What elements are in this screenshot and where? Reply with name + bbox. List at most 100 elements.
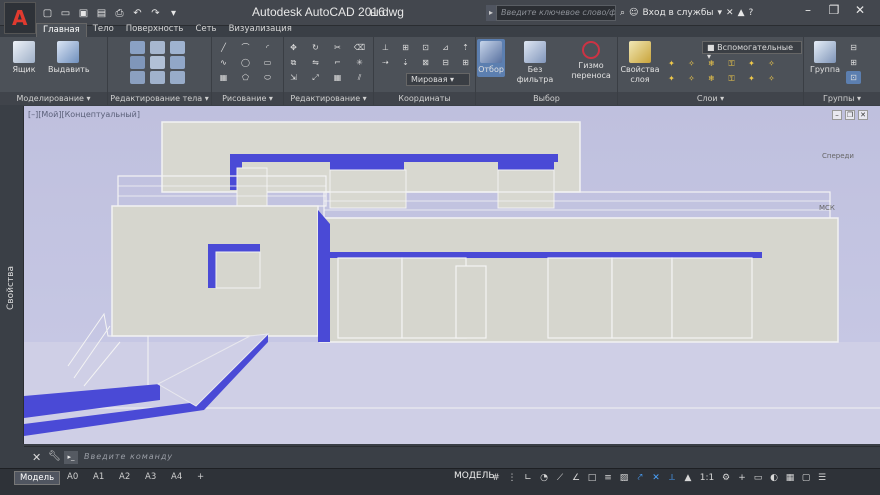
open-folder-icon[interactable]: ▭	[58, 6, 73, 20]
ucs-icon[interactable]: ⊥	[378, 41, 393, 54]
ucs-3point-icon[interactable]: ⊿	[438, 41, 453, 54]
layer-off-icon[interactable]: ✦	[664, 57, 679, 70]
layer-on-icon[interactable]: ✦	[664, 72, 679, 85]
ucs-y-icon[interactable]: ⇣	[398, 56, 413, 69]
model-space-button[interactable]: МОДЕЛЬ	[454, 471, 495, 481]
shell-icon[interactable]	[150, 71, 165, 84]
search-expand-icon[interactable]: ▸	[486, 5, 496, 21]
layer-properties-button[interactable]: Свойства слоя	[620, 41, 660, 85]
customize-qat-icon[interactable]: ▾	[166, 6, 181, 20]
wrench-icon[interactable]: 🔧︎	[48, 451, 61, 462]
layer-copy-icon[interactable]: ✦	[744, 72, 759, 85]
transparency-icon[interactable]: ▨	[618, 472, 630, 484]
layer-current-icon[interactable]: ✧	[764, 57, 779, 70]
layer-thaw-icon[interactable]: ❄	[704, 72, 719, 85]
layout-tab-a0[interactable]: A0	[62, 471, 83, 485]
subtract-icon[interactable]	[130, 56, 145, 69]
tab-mesh[interactable]: Сеть	[189, 23, 222, 37]
snap-icon[interactable]: ⋮	[506, 472, 518, 484]
save-icon[interactable]: ▣	[76, 6, 91, 20]
panel-modify-title[interactable]: Редактирование ▾	[284, 92, 373, 105]
arc-icon[interactable]: ◜	[260, 41, 275, 54]
panel-draw-title[interactable]: Рисование ▾	[212, 92, 283, 105]
selection-cycling-icon[interactable]: ⤤	[634, 472, 646, 484]
interfere-icon[interactable]	[150, 56, 165, 69]
tab-surface[interactable]: Поверхность	[120, 23, 190, 37]
tab-solid[interactable]: Тело	[87, 23, 120, 37]
layout-tab-a4[interactable]: A4	[166, 471, 187, 485]
layout-tab-model[interactable]: Модель	[14, 471, 61, 485]
signin-label[interactable]: Вход в службы	[642, 8, 713, 18]
culling-button[interactable]: Отбор	[477, 39, 505, 77]
exchange-icon[interactable]: ✕	[726, 8, 734, 18]
search-input[interactable]: Введите ключевое слово/фразу	[496, 5, 616, 21]
viewport-close-icon[interactable]: ✕	[858, 110, 868, 120]
hatch-icon[interactable]: ▦	[216, 71, 231, 84]
layout-tab-a1[interactable]: A1	[88, 471, 109, 485]
scale-icon[interactable]: ⤢	[308, 71, 323, 84]
trim-icon[interactable]: ✂	[330, 41, 345, 54]
slice-icon[interactable]	[150, 41, 165, 54]
stretch-icon[interactable]: ⇲	[286, 71, 301, 84]
polyline-icon[interactable]: ⌒	[238, 41, 253, 54]
undo-icon[interactable]: ↶	[130, 6, 145, 20]
rotate-icon[interactable]: ↻	[308, 41, 323, 54]
restore-icon[interactable]: ❐	[826, 3, 842, 17]
minimize-icon[interactable]: –	[800, 3, 816, 17]
coordinate-system-combo[interactable]: Мировая ▾	[406, 73, 470, 86]
layer-unlock-icon[interactable]: ⚿	[724, 72, 739, 85]
object-snap-icon[interactable]: □	[586, 472, 598, 484]
close-icon[interactable]: ✕	[32, 451, 41, 464]
application-menu-button[interactable]: A	[4, 2, 36, 34]
extrude-button[interactable]: Выдавить	[48, 41, 90, 75]
fillet-icon[interactable]: ⌐	[330, 56, 345, 69]
lineweight-icon[interactable]: ≡	[602, 472, 614, 484]
help-icon[interactable]: ?	[748, 8, 753, 18]
drawing-viewport[interactable]	[24, 106, 880, 444]
plot-icon[interactable]: ⎙	[112, 6, 127, 20]
offset-icon[interactable]: ⫽	[352, 71, 367, 84]
hardware-acceleration-icon[interactable]: ▦	[784, 472, 796, 484]
layer-match-icon[interactable]: ✦	[744, 57, 759, 70]
clean-screen-icon[interactable]: ▢	[800, 472, 812, 484]
save-as-icon[interactable]: ▤	[94, 6, 109, 20]
viewport-restore-icon[interactable]: ❐	[845, 110, 855, 120]
mirror-icon[interactable]: ⇋	[308, 56, 323, 69]
grid-icon[interactable]: #	[490, 472, 502, 484]
panel-modeling-title[interactable]: Моделирование ▾	[0, 92, 107, 105]
ortho-icon[interactable]: ∟	[522, 472, 534, 484]
ucs-world-icon[interactable]: ⊞	[398, 41, 413, 54]
copy-icon[interactable]: ⧉	[286, 56, 301, 69]
dynamic-ucs-icon[interactable]: ⟂	[666, 472, 678, 484]
group-selection-icon[interactable]: ⊡	[846, 71, 861, 84]
move-gizmo-button[interactable]: Гизмо переноса	[568, 41, 614, 81]
layer-freeze-icon[interactable]: ❄	[704, 57, 719, 70]
ucs-object-icon[interactable]: ⊟	[438, 56, 453, 69]
rectangle-icon[interactable]: ▭	[260, 56, 275, 69]
panel-layers-title[interactable]: Слои ▾	[618, 92, 803, 105]
erase-icon[interactable]: ⌫	[352, 41, 367, 54]
array-icon[interactable]: ▦	[330, 71, 345, 84]
intersect-icon[interactable]	[130, 71, 145, 84]
object-snap-tracking-icon[interactable]: ∠	[570, 472, 582, 484]
line-icon[interactable]: ╱	[216, 41, 231, 54]
customize-menu-icon[interactable]: ☰	[816, 472, 828, 484]
group-button[interactable]: Группа	[808, 41, 842, 75]
new-file-icon[interactable]: ▢	[40, 6, 55, 20]
isodraft-icon[interactable]: ⟋	[554, 472, 566, 484]
no-filter-button[interactable]: Без фильтра	[510, 41, 560, 85]
viewport-minimize-icon[interactable]: –	[832, 110, 842, 120]
user-icon[interactable]: ☺	[629, 8, 638, 18]
box-button[interactable]: Ящик	[8, 41, 40, 75]
annotation-scale-icon[interactable]: ▲	[682, 472, 694, 484]
spline-icon[interactable]: ∿	[216, 56, 231, 69]
extract-edges-icon[interactable]	[170, 41, 185, 54]
circle-icon[interactable]: ◯	[238, 56, 253, 69]
chevron-down-icon[interactable]: ▾	[717, 8, 722, 18]
layer-walk-icon[interactable]: ✧	[764, 72, 779, 85]
add-layout-icon[interactable]: +	[192, 471, 209, 485]
tab-home[interactable]: Главная	[36, 23, 87, 37]
command-prompt-icon[interactable]: ▸_	[64, 451, 78, 464]
ellipse-icon[interactable]: ⬭	[260, 71, 275, 84]
units-icon[interactable]: ▭	[752, 472, 764, 484]
